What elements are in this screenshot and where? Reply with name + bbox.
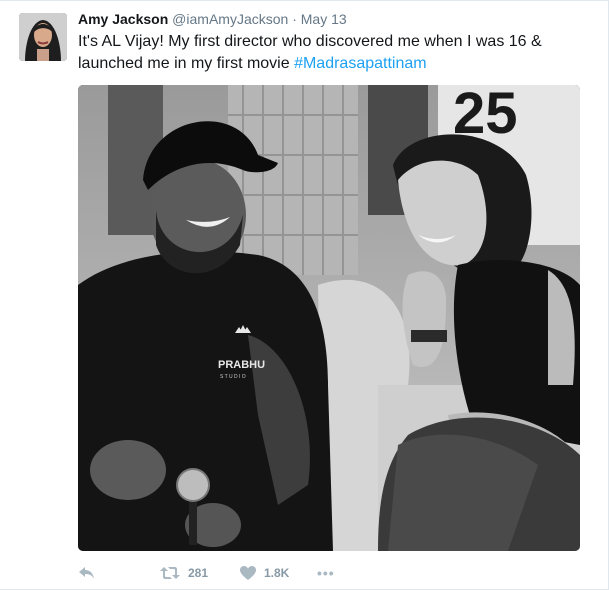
shirt-subtext: S T U D I O [220,374,246,380]
like-count: 1.8K [264,566,290,580]
date-separator: · [292,11,297,27]
tweet-date[interactable]: May 13 [301,11,347,27]
avatar[interactable] [19,13,67,61]
avatar-image [19,13,67,61]
photo-image: 25 PRABHU S T U D I O [78,85,580,551]
shirt-text: PRABHU [218,359,265,371]
reply-icon [79,567,94,579]
author-handle[interactable]: @iamAmyJackson [172,11,288,27]
reply-button[interactable] [78,563,96,583]
like-button[interactable]: 1.8K [240,563,289,583]
retweet-button[interactable]: 281 [160,563,208,583]
hashtag-link[interactable]: #Madrasapattinam [294,55,427,72]
top-border [0,0,609,1]
tweet-actions: 281 1.8K ••• [78,563,578,583]
more-icon: ••• [317,565,335,581]
retweet-count: 281 [188,566,209,580]
more-button[interactable]: ••• [317,563,335,583]
retweet-icon [160,567,180,579]
tweet-header: Amy Jackson @iamAmyJackson · May 13 [78,11,347,27]
tweet-text: It's AL Vijay! My first director who dis… [78,31,588,75]
heart-icon [240,565,256,580]
tweet-photo[interactable]: 25 PRABHU S T U D I O [78,85,580,551]
author-name[interactable]: Amy Jackson [78,11,168,27]
